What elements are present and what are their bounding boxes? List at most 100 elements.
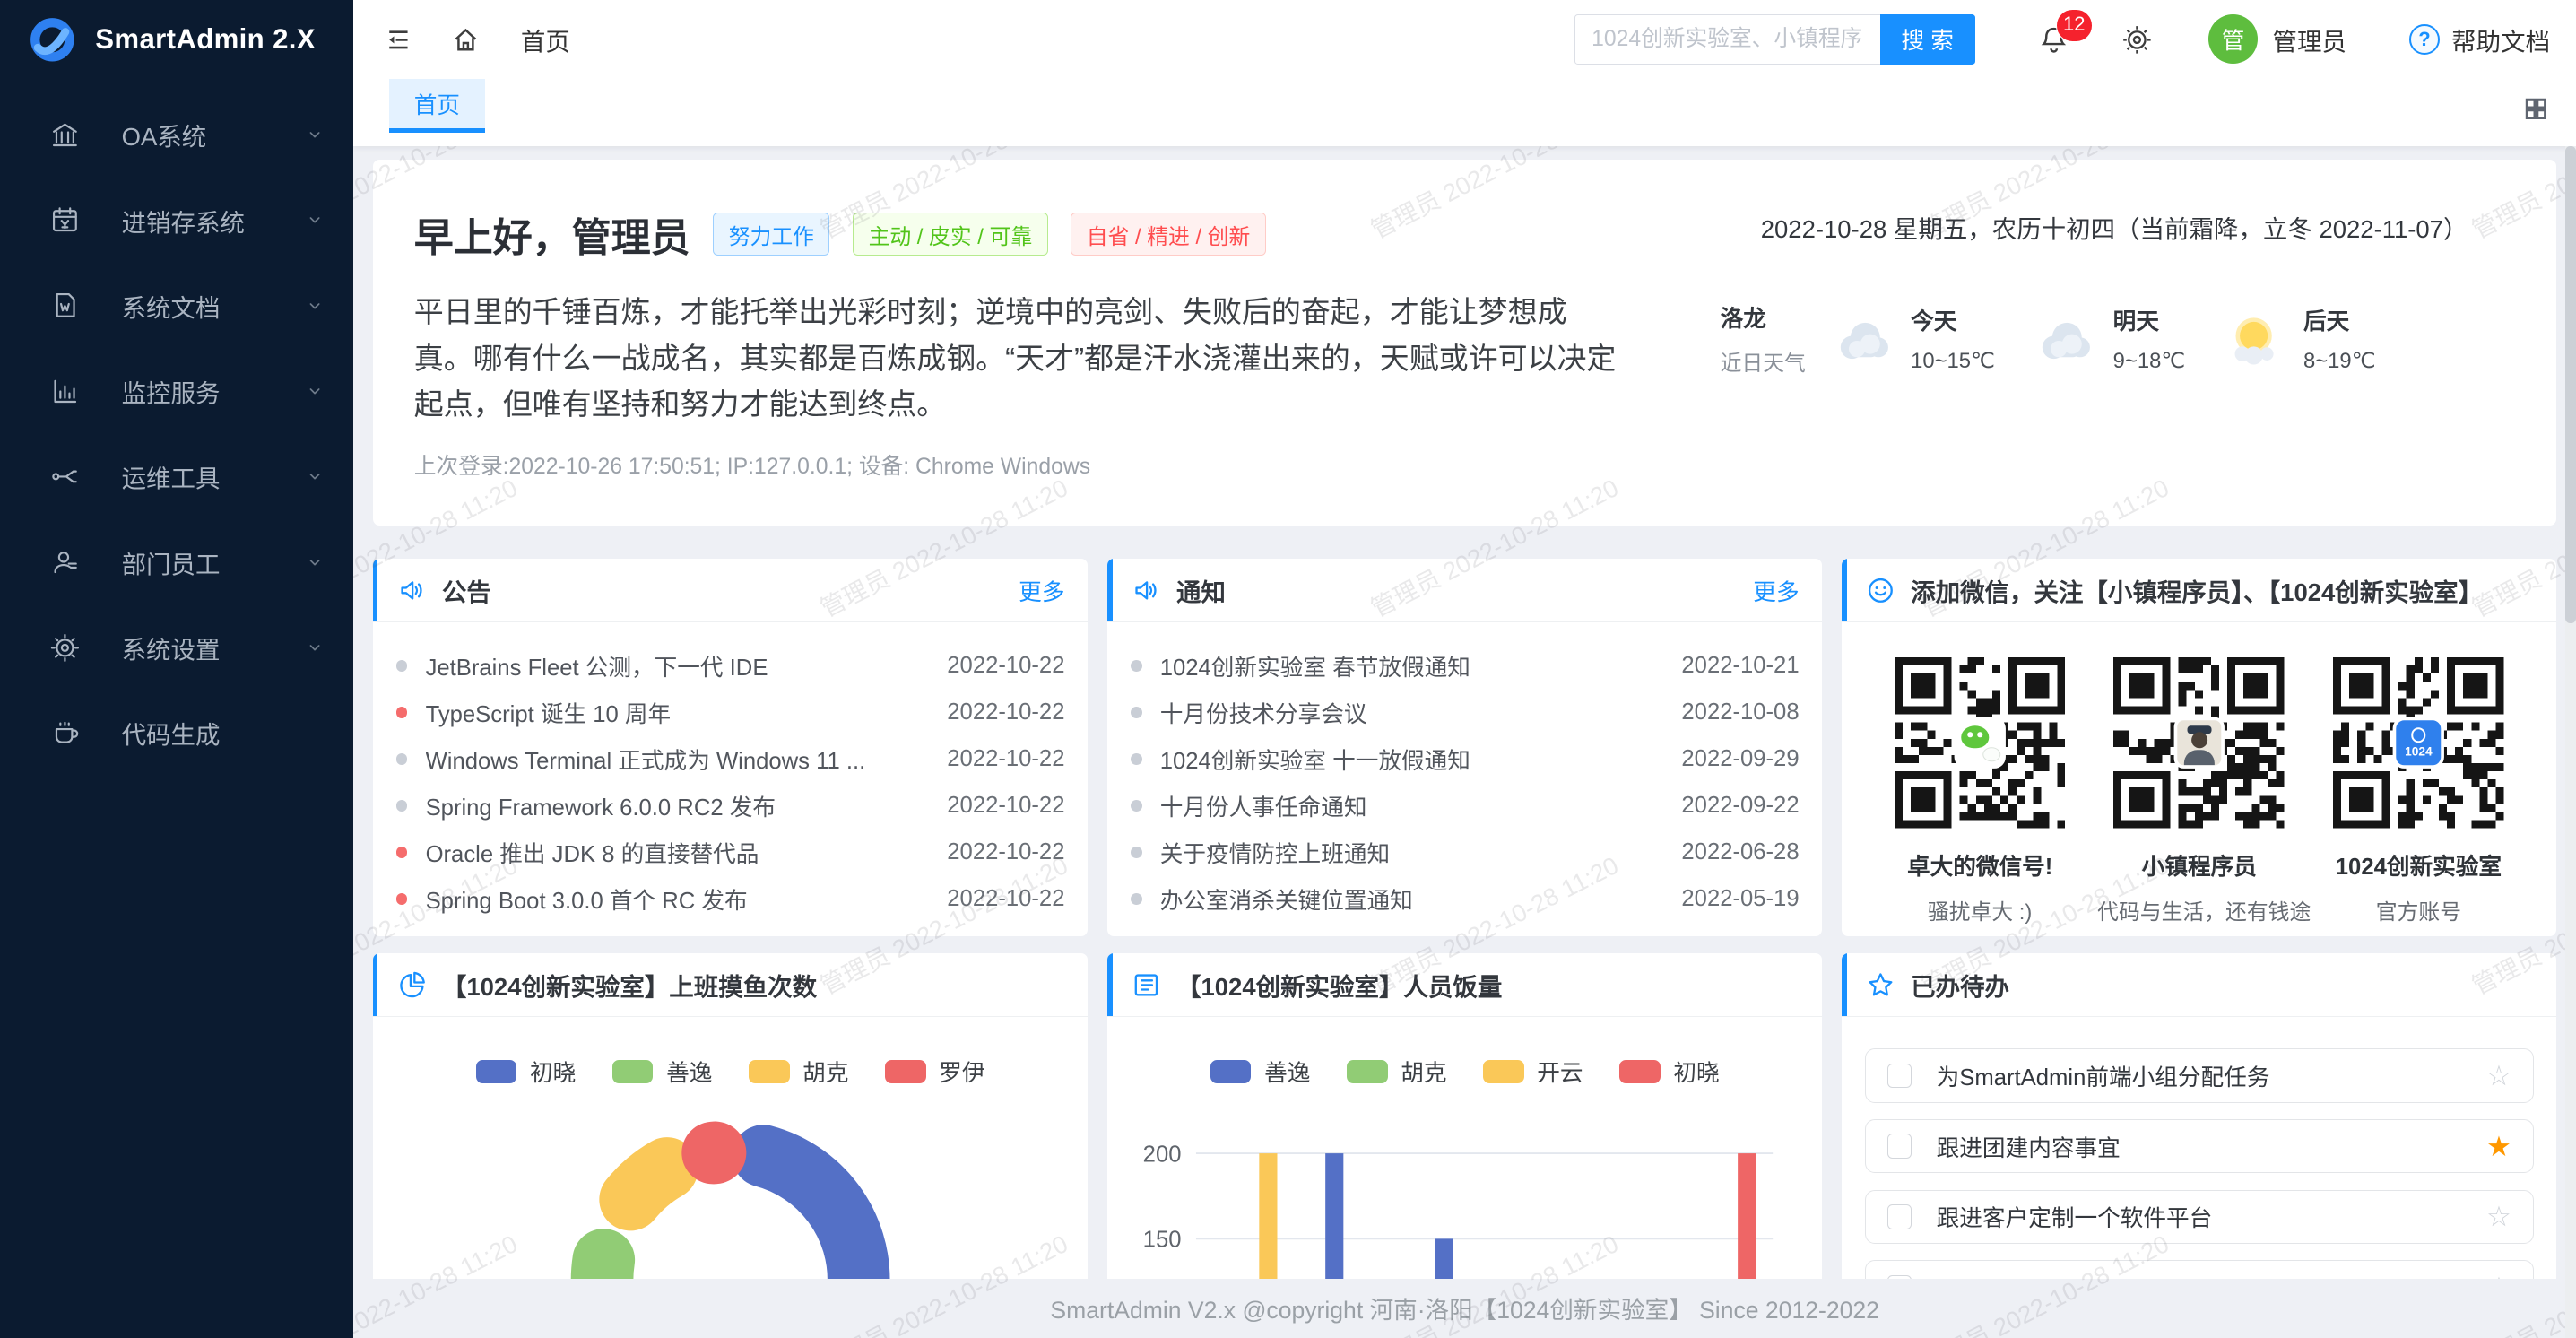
footer: SmartAdmin V2.x @copyright 河南·洛阳【1024创新实… <box>353 1279 2576 1338</box>
news-item[interactable]: Windows Terminal 正式成为 Windows 11 ...2022… <box>396 736 1065 783</box>
sidebar-item-label: 系统设置 <box>122 630 306 665</box>
sidebar-item-label: 部门员工 <box>122 544 306 580</box>
scrollbar-track[interactable] <box>2565 146 2576 1338</box>
news-item[interactable]: Oracle 推出 JDK 8 的直接替代品2022-10-22 <box>396 830 1065 876</box>
breadcrumb[interactable]: 首页 <box>521 22 570 57</box>
news-item[interactable]: 办公室消杀关键位置通知2022-05-19 <box>1131 876 1800 923</box>
news-date: 2022-10-21 <box>1681 653 1799 679</box>
panel-accent <box>1842 953 1846 1016</box>
news-item[interactable]: Spring Boot 3.0.0 首个 RC 发布2022-10-22 <box>396 876 1065 923</box>
news-date: 2022-10-22 <box>947 746 1064 772</box>
bullet-dot <box>1131 847 1142 858</box>
todo-checkbox[interactable] <box>1887 1064 1912 1088</box>
home-icon[interactable] <box>450 24 481 56</box>
todo-text: 跟进客户定制一个软件平台 <box>1937 1200 2486 1233</box>
legend-item-初晓[interactable]: 初晓 <box>476 1055 577 1088</box>
sidebar-item-部门员工[interactable]: 部门员工 <box>0 519 353 604</box>
mood-tags: 努力工作主动 / 皮实 / 可靠自省 / 精进 / 创新 <box>713 213 1266 256</box>
legend-swatch <box>1483 1060 1524 1083</box>
news-item[interactable]: JetBrains Fleet 公测，下一代 IDE2022-10-22 <box>396 642 1065 689</box>
app-title: SmartAdmin 2.X <box>95 23 316 56</box>
search-button[interactable]: 搜 索 <box>1880 14 1975 65</box>
news-item[interactable]: TypeScript 诞生 10 周年2022-10-22 <box>396 689 1065 735</box>
panel-title: 添加微信，关注【小镇程序员】、【1024创新实验室】 <box>1911 572 2483 608</box>
sidebar-item-系统文档[interactable]: 系统文档 <box>0 263 353 348</box>
legend-item-善逸[interactable]: 善逸 <box>612 1055 713 1088</box>
sidebar-item-label: 代码生成 <box>122 715 324 751</box>
qr-code-image <box>2113 657 2285 829</box>
settings-gear-icon[interactable] <box>2121 24 2153 56</box>
speaker-icon <box>1131 575 1162 606</box>
legend-item-初晓[interactable]: 初晓 <box>1619 1055 1720 1088</box>
legend-item-罗伊[interactable]: 罗伊 <box>885 1055 985 1088</box>
announce-more-link[interactable]: 更多 <box>1019 574 1064 607</box>
svg-text:200: 200 <box>1143 1143 1182 1168</box>
legend-item-胡克[interactable]: 胡克 <box>1347 1055 1447 1088</box>
page-content: 早上好，管理员 努力工作主动 / 皮实 / 可靠自省 / 精进 / 创新 平日里… <box>353 146 2576 1338</box>
todo-item[interactable]: 跟进客户定制一个软件平台☆ <box>1865 1190 2534 1244</box>
last-login: 上次登录:2022-10-26 17:50:51; IP:127.0.0.1; … <box>414 448 2516 481</box>
sidebar-item-运维工具[interactable]: 运维工具 <box>0 434 353 519</box>
todo-list: 为SmartAdmin前端小组分配任务☆ 跟进团建内容事宜★ 跟进客户定制一个软件平… <box>1842 1017 2556 1315</box>
bullet-dot <box>1131 660 1142 672</box>
news-date: 2022-09-22 <box>1681 793 1799 819</box>
todo-star-icon[interactable]: ☆ <box>2486 1203 2511 1230</box>
sidebar-item-label: 进销存系统 <box>122 203 306 239</box>
news-date: 2022-10-22 <box>947 699 1064 725</box>
search-input[interactable] <box>1574 14 1880 65</box>
legend-label: 善逸 <box>666 1055 712 1088</box>
lab1024-logo-icon: 1024 <box>2397 720 2441 764</box>
qr-code-image <box>1895 657 2066 829</box>
speaker-icon <box>396 575 428 606</box>
pie-icon <box>396 969 428 1001</box>
todo-checkbox[interactable] <box>1887 1134 1912 1158</box>
legend-swatch <box>1619 1060 1661 1083</box>
qr-code-image: 1024 <box>2333 657 2504 829</box>
employee-icon <box>49 546 81 578</box>
todo-checkbox[interactable] <box>1887 1204 1912 1229</box>
sidebar-item-系统设置[interactable]: 系统设置 <box>0 604 353 690</box>
news-item[interactable]: 十月份人事任命通知2022-09-22 <box>1131 783 1800 830</box>
greeting: 早上好，管理员 <box>414 205 690 263</box>
news-item[interactable]: 十月份技术分享会议2022-10-08 <box>1131 689 1800 735</box>
notification-bell[interactable]: 12 <box>2038 24 2069 56</box>
news-item[interactable]: Spring Framework 6.0.0 RC2 发布2022-10-22 <box>396 783 1065 830</box>
legend-item-胡克[interactable]: 胡克 <box>749 1055 849 1088</box>
avatar-logo-icon <box>2177 720 2221 764</box>
todo-item[interactable]: 为SmartAdmin前端小组分配任务☆ <box>1865 1048 2534 1102</box>
notice-more-link[interactable]: 更多 <box>1753 574 1799 607</box>
news-title: 十月份人事任命通知 <box>1160 789 1682 822</box>
qr-code-row: 卓大的微信号!骚扰卓大 :)小镇程序员代码与生活，还有钱途10241024创新实… <box>1842 622 2556 925</box>
news-date: 2022-10-22 <box>947 839 1064 865</box>
tab-grid-icon[interactable] <box>2520 93 2552 125</box>
sidebar-item-OA系统[interactable]: OA系统 <box>0 92 353 178</box>
user-menu[interactable]: 管 管理员 <box>2208 14 2346 64</box>
avatar: 管 <box>2208 14 2258 64</box>
panel-accent <box>1107 559 1112 621</box>
todo-item[interactable]: 跟进团建内容事宜★ <box>1865 1119 2534 1173</box>
help-link[interactable]: ? 帮助文档 <box>2409 22 2551 57</box>
weather-city: 洛龙 <box>1721 300 1806 334</box>
app-logo[interactable]: SmartAdmin 2.X <box>0 0 353 79</box>
sun-icon <box>2221 311 2290 367</box>
panel-accent <box>373 953 377 1016</box>
tab-bar: 首页 <box>353 79 2576 146</box>
wechat-panel: 添加微信，关注【小镇程序员】、【1024创新实验室】 卓大的微信号!骚扰卓大 :… <box>1842 559 2556 936</box>
news-item[interactable]: 1024创新实验室 春节放假通知2022-10-21 <box>1131 642 1800 689</box>
user-name: 管理员 <box>2273 22 2346 57</box>
sidebar-item-进销存系统[interactable]: 进销存系统 <box>0 178 353 263</box>
todo-star-icon[interactable]: ★ <box>2486 1133 2511 1160</box>
coffee-icon <box>49 717 81 749</box>
todo-star-icon[interactable]: ☆ <box>2486 1062 2511 1090</box>
tab-home[interactable]: 首页 <box>389 79 484 133</box>
menu-fold-icon[interactable] <box>383 24 414 56</box>
panel-accent <box>1107 953 1112 1016</box>
legend-item-善逸[interactable]: 善逸 <box>1210 1055 1311 1088</box>
document-icon <box>49 290 81 321</box>
news-item[interactable]: 1024创新实验室 十一放假通知2022-09-29 <box>1131 736 1800 783</box>
legend-item-开云[interactable]: 开云 <box>1483 1055 1583 1088</box>
sidebar-item-监控服务[interactable]: 监控服务 <box>0 348 353 433</box>
news-item[interactable]: 关于疫情防控上班通知2022-06-28 <box>1131 830 1800 876</box>
sidebar-item-代码生成[interactable]: 代码生成 <box>0 691 353 776</box>
scrollbar-thumb[interactable] <box>2565 146 2576 622</box>
